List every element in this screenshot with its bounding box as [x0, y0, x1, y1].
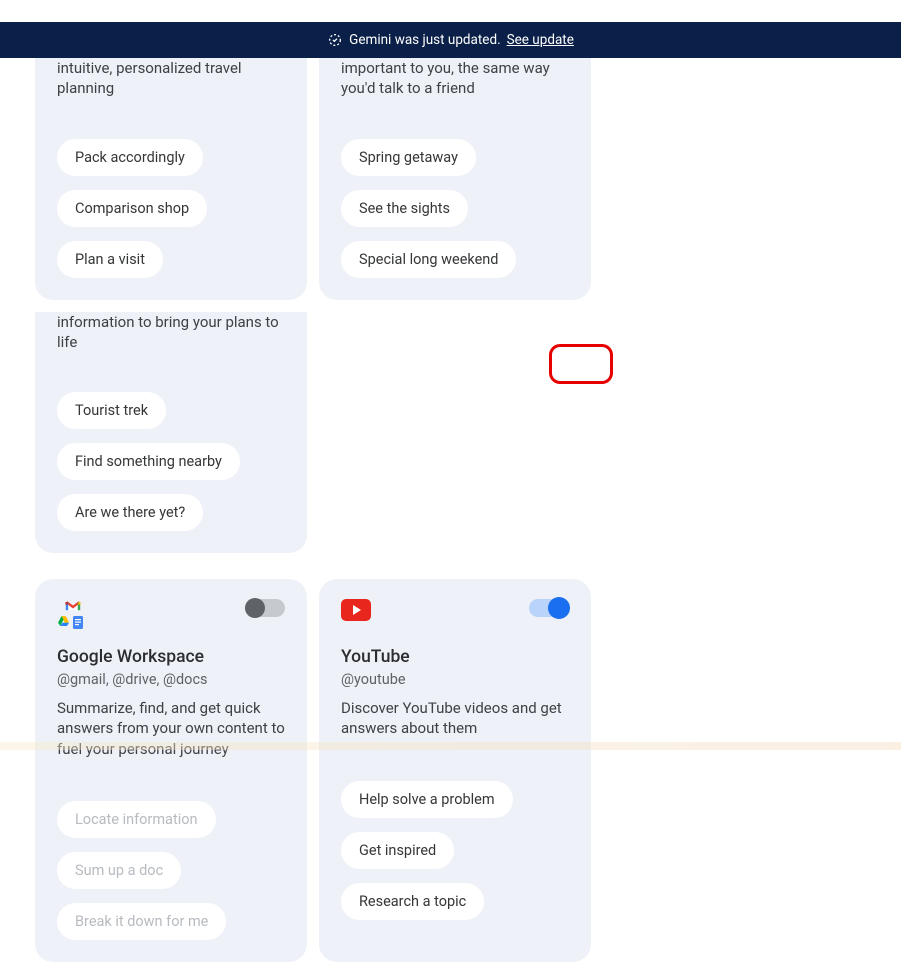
chip-break-it-down: Break it down for me [57, 903, 226, 940]
sparkle-icon [327, 32, 343, 48]
update-banner: Gemini was just updated. See update [0, 22, 901, 58]
chip-spring-getaway[interactable]: Spring getaway [341, 139, 476, 176]
card-plans-to-life: information to bring your plans to life … [35, 312, 307, 554]
chip-see-the-sights[interactable]: See the sights [341, 190, 468, 227]
card-friend-talk: important to you, the same way you'd tal… [319, 58, 591, 300]
card-description: intuitive, personalized travel planning [57, 58, 285, 99]
chip-find-something-nearby[interactable]: Find something nearby [57, 443, 240, 480]
chip-special-long-weekend[interactable]: Special long weekend [341, 241, 516, 278]
youtube-icon [341, 599, 371, 621]
workspace-toggle[interactable] [245, 599, 285, 617]
chip-are-we-there-yet[interactable]: Are we there yet? [57, 494, 203, 531]
chip-locate-information: Locate information [57, 801, 216, 838]
card-travel-planning: intuitive, personalized travel planning … [35, 58, 307, 300]
chip-comparison-shop[interactable]: Comparison shop [57, 190, 207, 227]
card-handle: @youtube [341, 671, 569, 688]
card-description: information to bring your plans to life [57, 312, 285, 353]
card-title: Google Workspace [57, 647, 285, 667]
extension-grid-row1: intuitive, personalized travel planning … [35, 58, 866, 553]
card-title: YouTube [341, 647, 569, 667]
card-youtube: YouTube @youtube Discover YouTube videos… [319, 579, 591, 962]
chip-help-solve-problem[interactable]: Help solve a problem [341, 781, 513, 818]
card-handle: @gmail, @drive, @docs [57, 671, 285, 688]
chip-sum-up-a-doc: Sum up a doc [57, 852, 181, 889]
chip-research-topic[interactable]: Research a topic [341, 883, 484, 920]
chip-plan-a-visit[interactable]: Plan a visit [57, 241, 163, 278]
chip-get-inspired[interactable]: Get inspired [341, 832, 454, 869]
banner-text: Gemini was just updated. [349, 32, 501, 48]
chip-tourist-trek[interactable]: Tourist trek [57, 392, 166, 429]
chip-pack-accordingly[interactable]: Pack accordingly [57, 139, 203, 176]
card-description: important to you, the same way you'd tal… [341, 58, 569, 99]
see-update-link[interactable]: See update [507, 32, 574, 48]
youtube-toggle[interactable] [529, 599, 569, 617]
bottom-gradient [0, 742, 901, 750]
workspace-icon-cluster [57, 599, 87, 627]
card-google-workspace: Google Workspace @gmail, @drive, @docs S… [35, 579, 307, 962]
card-description: Discover YouTube videos and get answers … [341, 698, 569, 739]
